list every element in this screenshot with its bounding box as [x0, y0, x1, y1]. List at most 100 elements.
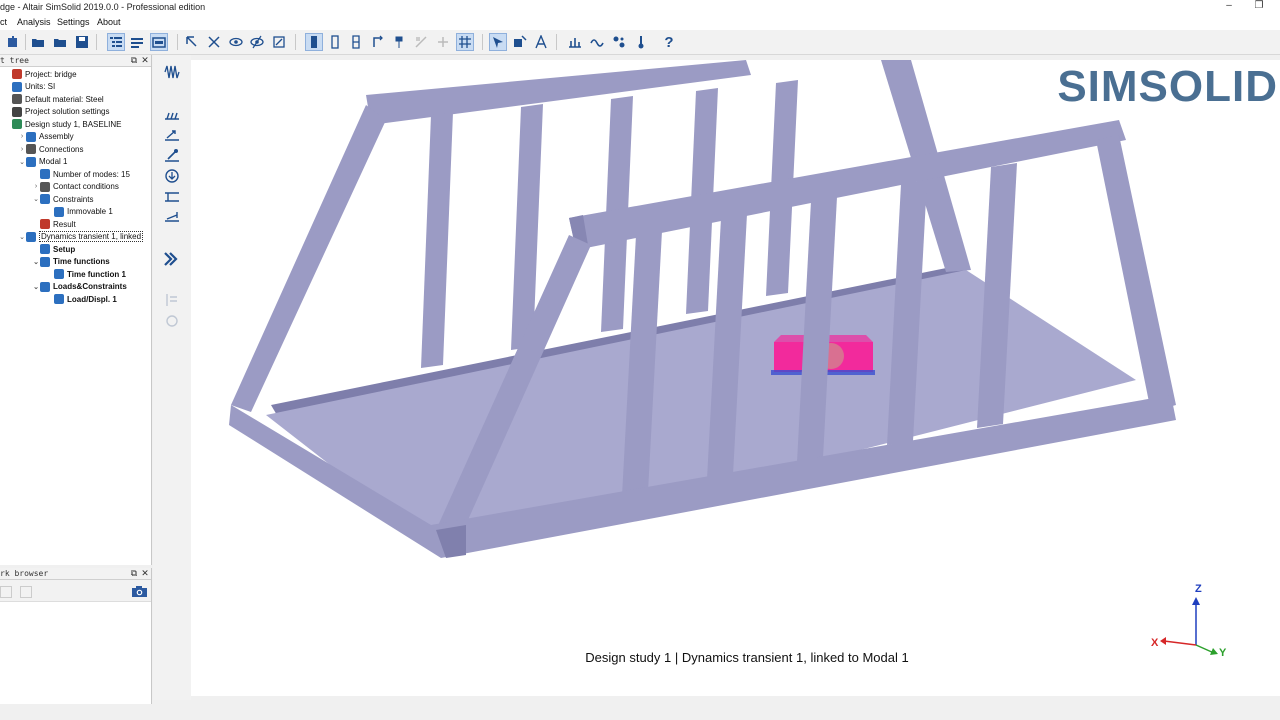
tree-item[interactable]: ⌄ Time functions	[32, 256, 110, 268]
import-icon[interactable]	[4, 33, 22, 51]
tree-item[interactable]: Result	[32, 218, 76, 230]
menu-about[interactable]: About	[97, 17, 121, 27]
menu-analysis[interactable]: Analysis	[17, 17, 51, 27]
mesh-view-icon[interactable]	[456, 33, 474, 51]
constraint-tool-icon[interactable]	[163, 105, 181, 123]
marks-icon[interactable]	[150, 33, 168, 51]
result-icon	[40, 219, 50, 229]
tree-item[interactable]: ⌄ Constraints	[32, 193, 93, 205]
gravity-tool-icon[interactable]	[163, 167, 181, 185]
connections-tool-icon[interactable]	[610, 33, 628, 51]
tree-view-icon[interactable]	[107, 33, 125, 51]
mark-browser-panel: rk browser ⧉ ✕	[0, 568, 152, 704]
tree-item[interactable]: Design study 1, BASELINE	[4, 118, 122, 130]
solve-icon[interactable]	[163, 250, 181, 268]
show-eye-icon[interactable]	[227, 33, 245, 51]
close-panel-icon[interactable]: ✕	[140, 568, 150, 579]
project-tree-title: t tree	[0, 56, 29, 65]
tree-item[interactable]: Default material: Steel	[4, 93, 104, 105]
tree-item-label: Loads&Constraints	[53, 282, 127, 291]
expander-chevron-icon[interactable]: ›	[18, 146, 26, 153]
disabled-tool-icon	[434, 33, 452, 51]
expander-chevron-icon[interactable]: ›	[18, 133, 26, 140]
tree-item[interactable]: Immovable 1	[46, 206, 113, 218]
bridge-model[interactable]	[191, 60, 1280, 696]
material-icon	[12, 94, 22, 104]
tree-item[interactable]: Units: SI	[4, 81, 55, 93]
modal-icon	[26, 156, 36, 167]
tree-item[interactable]: Project: bridge	[4, 68, 77, 80]
far-left-diagonal	[231, 105, 386, 412]
modal-wave-icon[interactable]	[163, 63, 181, 81]
mark-browser-toolbar	[0, 580, 151, 602]
disabled-tool-icon	[412, 33, 430, 51]
connections-icon	[26, 144, 36, 154]
menu-settings[interactable]: Settings	[57, 17, 90, 27]
tree-item[interactable]: Load/Displ. 1	[46, 293, 117, 305]
expander-chevron-icon[interactable]: ⌄	[32, 195, 40, 203]
expander-chevron-icon[interactable]: ⌄	[32, 258, 40, 266]
folder-icon[interactable]	[51, 33, 69, 51]
measure-icon[interactable]	[511, 33, 529, 51]
outline-view-icon[interactable]	[326, 33, 344, 51]
far-top-rail	[366, 60, 751, 125]
simsolid-logo: SIMSOLID	[1057, 62, 1278, 111]
model-viewport[interactable]: SIMSOLID Design study 1 | Dynamics trans…	[191, 60, 1280, 696]
hide-eye-icon[interactable]	[248, 33, 266, 51]
tree-item[interactable]: Time function 1	[46, 268, 126, 280]
expander-chevron-icon[interactable]: ⌄	[32, 283, 40, 291]
select-part-icon[interactable]	[183, 33, 201, 51]
tree-item[interactable]: ⌄ Loads&Constraints	[32, 281, 127, 293]
axis-x-label: X	[1151, 637, 1159, 649]
tree-item[interactable]: › Connections	[18, 143, 83, 155]
pick-point-icon[interactable]	[489, 33, 507, 51]
loads-icon	[40, 281, 50, 292]
displacement-tool-icon[interactable]	[163, 188, 181, 206]
tree-item-label: Number of modes: 15	[53, 169, 130, 179]
tree-item-label: Project solution settings	[25, 107, 110, 116]
camera-icon[interactable]	[131, 585, 148, 598]
visibility-toggle-icon[interactable]	[270, 33, 288, 51]
pressure-tool-icon[interactable]	[163, 147, 181, 165]
rotate-view-icon[interactable]	[369, 33, 387, 51]
assembly-icon	[26, 131, 36, 142]
tree-item[interactable]: Project solution settings	[4, 106, 110, 118]
annotation-icon[interactable]	[532, 33, 550, 51]
restore-button[interactable]: ❐	[1244, 0, 1274, 15]
tree-item-label: Time functions	[53, 257, 110, 266]
wave-icon[interactable]	[588, 33, 606, 51]
section-view-icon[interactable]	[347, 33, 365, 51]
load-displ-icon	[54, 294, 64, 304]
tree-item[interactable]: Number of modes: 15	[32, 168, 130, 180]
thermometer-icon[interactable]	[632, 33, 650, 51]
menu-project[interactable]: ct	[0, 17, 7, 27]
pin-view-icon[interactable]	[390, 33, 408, 51]
close-panel-icon[interactable]: ✕	[140, 55, 150, 66]
damping-tool-icon[interactable]	[163, 208, 181, 226]
tree-item-label: Dynamics transient 1, linked	[39, 231, 144, 242]
project-tree-panel: t tree ⧉ ✕ Project: bridge Units: SI Defau…	[0, 55, 152, 565]
float-panel-icon[interactable]: ⧉	[129, 568, 139, 579]
settings-gear-icon	[12, 106, 22, 117]
analysis-icon[interactable]	[566, 33, 584, 51]
solid-view-icon[interactable]	[305, 33, 323, 51]
list-icon[interactable]	[128, 33, 146, 51]
add-mark-icon[interactable]	[0, 586, 12, 598]
tree-item[interactable]: ⌄ Modal 1	[18, 156, 67, 168]
remove-mark-icon[interactable]	[20, 586, 32, 598]
tree-item[interactable]: › Assembly	[18, 131, 74, 143]
cross-select-icon[interactable]	[205, 33, 223, 51]
expander-chevron-icon[interactable]: ›	[32, 183, 40, 190]
tree-item[interactable]: ⌄ Dynamics transient 1, linked	[18, 231, 144, 243]
minimize-button[interactable]: –	[1214, 0, 1244, 15]
expander-chevron-icon[interactable]: ⌄	[18, 158, 26, 166]
save-icon[interactable]	[73, 33, 91, 51]
expander-chevron-icon[interactable]: ⌄	[18, 233, 26, 241]
toolbar-separator	[177, 34, 178, 50]
open-folder-icon[interactable]	[29, 33, 47, 51]
float-panel-icon[interactable]: ⧉	[129, 55, 139, 66]
force-tool-icon[interactable]	[163, 126, 181, 144]
tree-item[interactable]: Setup	[32, 243, 75, 255]
help-icon[interactable]: ?	[660, 33, 678, 51]
tree-item[interactable]: › Contact conditions	[32, 181, 119, 193]
